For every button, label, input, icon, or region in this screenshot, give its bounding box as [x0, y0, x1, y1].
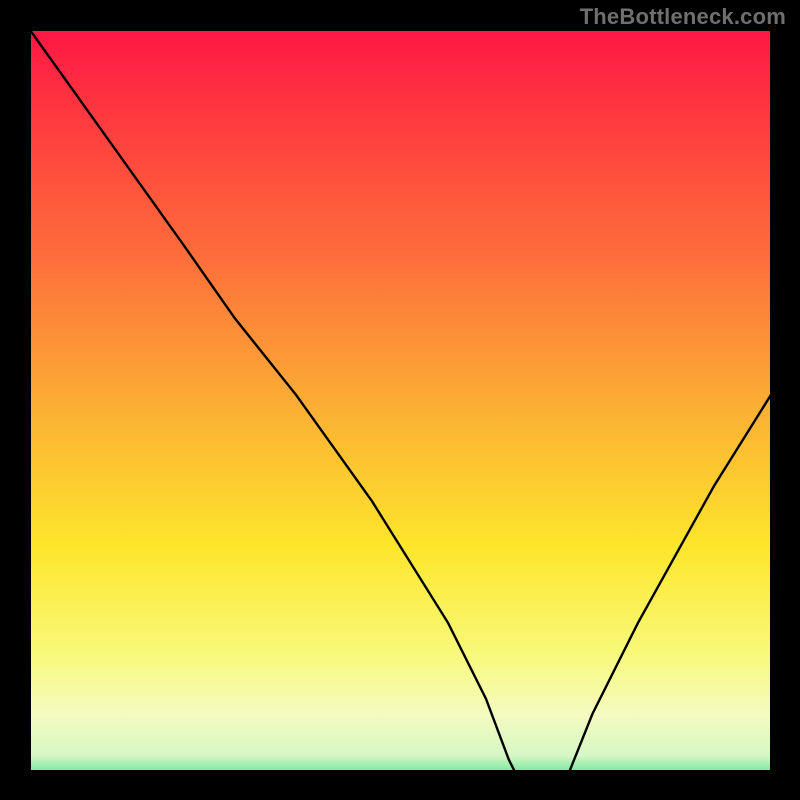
chart-frame: TheBottleneck.com — [0, 0, 800, 800]
plot-background — [30, 30, 790, 790]
bottleneck-plot — [0, 0, 800, 800]
watermark-text: TheBottleneck.com — [580, 4, 786, 30]
